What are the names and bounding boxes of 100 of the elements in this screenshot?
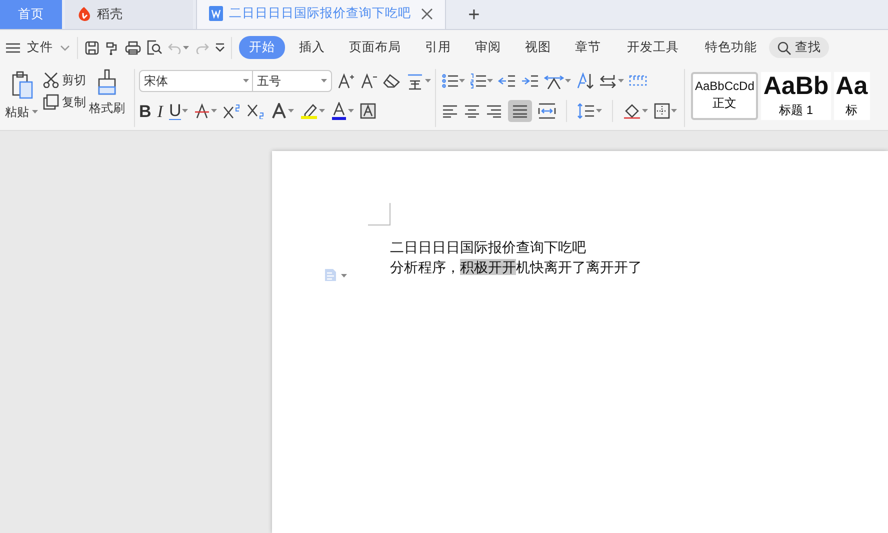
shading-button[interactable] [623, 102, 648, 120]
line-spacing-icon [577, 103, 595, 119]
caret-icon [487, 79, 493, 83]
distributed-button[interactable] [538, 103, 556, 119]
increase-indent-button[interactable] [521, 74, 539, 88]
font-color-icon [331, 102, 348, 120]
text-line: 二日日日日国际报价查询下吃吧 [390, 238, 587, 257]
eraser-icon [383, 74, 401, 88]
tab[interactable]: 稻壳 [65, 0, 193, 29]
ruler-button[interactable] [629, 75, 647, 87]
clipboard-icon [10, 71, 34, 101]
search-button[interactable]: 查找 [769, 37, 829, 58]
caret-icon [182, 109, 188, 113]
align-justify-button[interactable] [508, 100, 532, 122]
caret-icon [425, 79, 431, 83]
caret-icon [321, 79, 327, 83]
menu-tab[interactable]: 章节 [575, 36, 601, 59]
line-break-button[interactable] [599, 74, 624, 88]
caret-icon [32, 110, 38, 114]
character-spacing-button[interactable] [544, 73, 571, 89]
size-select[interactable]: 五号 [252, 70, 332, 92]
menu-tab[interactable]: 页面布局 [349, 36, 401, 59]
style-preset[interactable]: AaBb 标题 1 [761, 72, 831, 120]
align-right-button[interactable] [486, 104, 502, 118]
ruler-icon [629, 75, 647, 87]
align-justify-icon [512, 104, 528, 118]
redo-icon [195, 42, 209, 54]
menu-icon [6, 42, 20, 54]
menu-tab[interactable]: 插入 [299, 36, 325, 59]
document-icon [209, 6, 223, 21]
font-select[interactable]: 宋体 [139, 70, 254, 92]
superscript-button[interactable] [223, 103, 242, 119]
subscript-icon [247, 103, 266, 119]
print-preview-icon [147, 40, 162, 55]
cut-button[interactable]: 剪切 [43, 72, 86, 88]
sort-icon [576, 72, 594, 90]
borders-button[interactable] [654, 103, 677, 119]
menu-tab[interactable]: 开发工具 [627, 36, 679, 59]
character-spacing-icon [544, 73, 564, 89]
shading-icon [623, 102, 641, 120]
search-icon [777, 40, 791, 54]
menu-tab[interactable]: 引用 [425, 36, 451, 59]
borders-icon [654, 103, 670, 119]
close-icon[interactable] [421, 8, 433, 20]
menu-tab[interactable]: 特色功能 [705, 36, 757, 59]
character-shading-button[interactable] [360, 103, 376, 119]
copy-button[interactable]: 复制 [43, 94, 86, 110]
sort-button[interactable] [576, 72, 594, 90]
more-button[interactable] [215, 42, 225, 52]
decrease-indent-button[interactable] [498, 74, 516, 88]
caret-icon [618, 79, 624, 83]
bold-button[interactable]: B [139, 102, 152, 120]
format-painter-button[interactable]: 格式刷 [89, 69, 125, 130]
line-break-icon [599, 74, 617, 88]
print-preview-button[interactable] [147, 40, 162, 55]
caret-icon [348, 109, 354, 113]
paste-button[interactable]: 粘贴 [3, 69, 40, 130]
font-color-button[interactable] [331, 102, 354, 120]
style-preset[interactable]: Aa 标 [834, 72, 870, 120]
highlight-button[interactable] [300, 102, 326, 120]
caret-icon [671, 109, 677, 113]
shrink-font-button[interactable] [360, 73, 378, 89]
paragraph-menu-button[interactable] [324, 268, 347, 282]
align-left-button[interactable] [442, 104, 458, 118]
superscript-icon [223, 103, 242, 119]
file-menu[interactable]: 文件 [6, 40, 70, 55]
menu-tab[interactable]: 审阅 [475, 36, 501, 59]
caret-icon [642, 109, 648, 113]
undo-button[interactable] [168, 42, 189, 54]
caret-icon [341, 274, 347, 278]
more-icon [215, 42, 225, 52]
distributed-icon [538, 103, 556, 119]
eraser-button[interactable] [383, 74, 401, 88]
line-spacing-button[interactable] [577, 103, 602, 119]
bullets-button[interactable] [442, 73, 465, 89]
print-button[interactable] [125, 40, 141, 54]
underline-button[interactable]: U [168, 102, 188, 120]
phonetic-button[interactable] [406, 72, 431, 90]
format-painter-icon [105, 40, 119, 54]
align-center-button[interactable] [464, 104, 480, 118]
grow-font-button[interactable] [337, 73, 355, 89]
caret-icon [459, 79, 465, 83]
format-painter-button[interactable] [105, 40, 119, 54]
scissors-icon [43, 72, 59, 88]
save-button[interactable] [85, 40, 99, 54]
caret-icon [243, 79, 249, 83]
subscript-button[interactable] [247, 103, 266, 119]
new-tab-button[interactable]: + [452, 4, 496, 26]
strikethrough-button[interactable] [194, 103, 218, 119]
align-left-icon [442, 104, 458, 118]
numbering-icon [470, 73, 486, 89]
caret-icon [288, 109, 294, 113]
style-preset[interactable]: AaBbCcDd 正文 [691, 72, 758, 120]
text-effect-button[interactable] [271, 103, 294, 119]
increase-indent-icon [521, 74, 539, 88]
undo-icon [168, 42, 182, 54]
menu-tab[interactable]: 视图 [525, 36, 551, 59]
numbering-button[interactable] [470, 73, 493, 89]
italic-button[interactable]: I [157, 102, 163, 120]
strikethrough-icon [194, 103, 210, 119]
